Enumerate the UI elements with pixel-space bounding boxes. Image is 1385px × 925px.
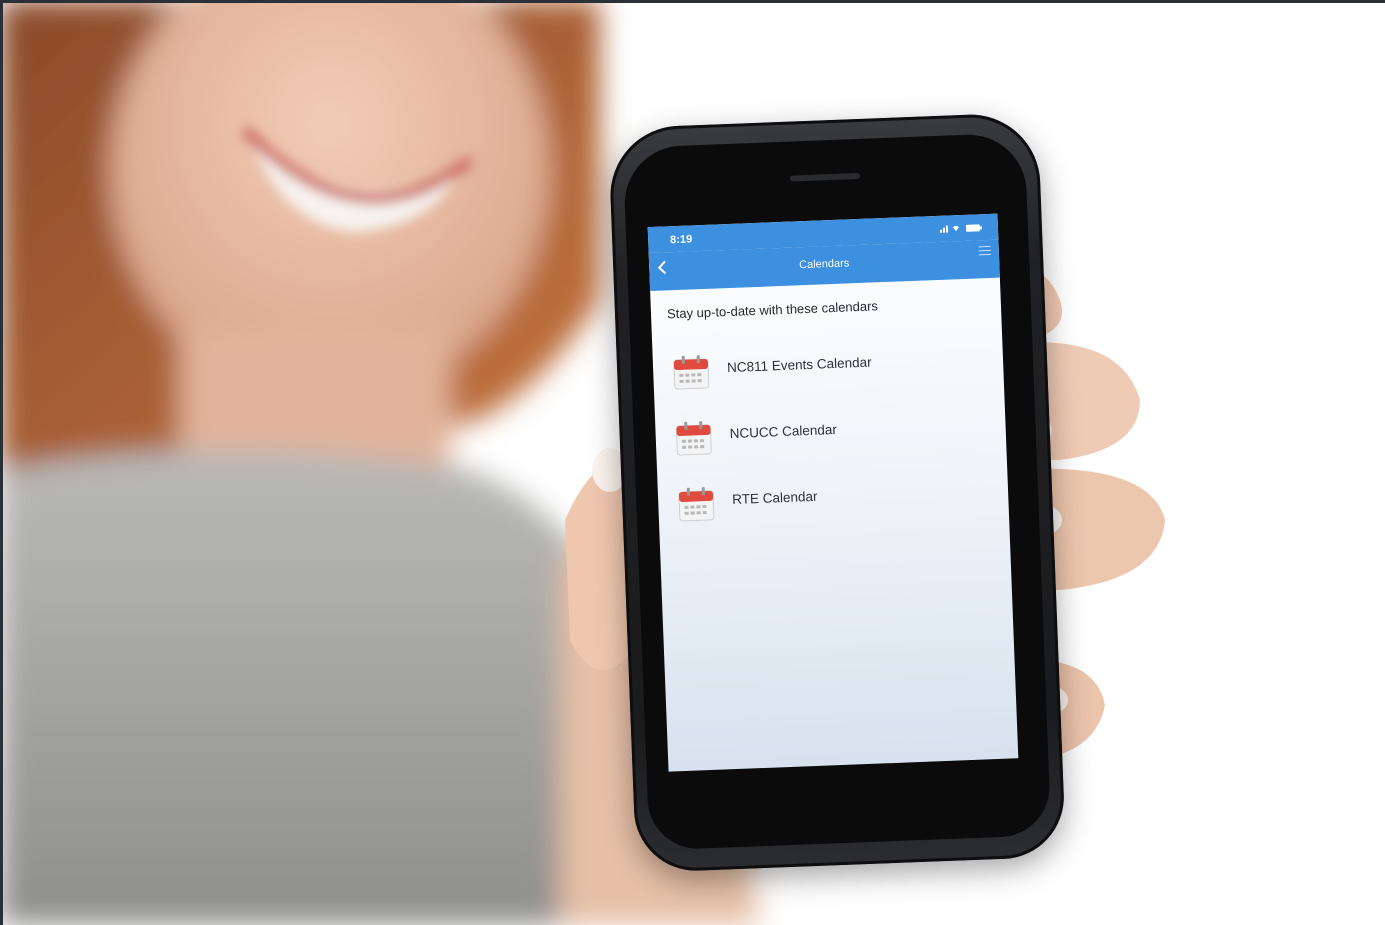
intro-text: Stay up-to-date with these calendars: [666, 298, 879, 322]
calendar-item-label: NC811 Events Calendar: [726, 354, 872, 376]
calendar-item-nc811[interactable]: NC811 Events Calendar: [666, 334, 988, 412]
calendar-icon: [675, 419, 712, 456]
photo-scene: 8:19 Calendars Stay up-to-date with thes…: [0, 0, 1385, 925]
nav-title: Calendars: [798, 257, 850, 272]
hamburger-menu-icon[interactable]: [978, 245, 991, 256]
calendar-item-label: NCUCC Calendar: [729, 421, 838, 442]
calendar-item-rte[interactable]: RTE Calendar: [671, 466, 993, 544]
signal-wifi-battery-icon: [939, 222, 984, 237]
left-border: [0, 0, 3, 925]
calendar-icon: [673, 353, 710, 390]
calendar-item-label: RTE Calendar: [731, 488, 818, 508]
calendar-icon: [678, 485, 715, 522]
top-border: [0, 0, 1385, 3]
phone-screen: 8:19 Calendars Stay up-to-date with thes…: [647, 213, 1019, 772]
calendar-list: NC811 Events Calendar NCUCC Calendar RTE…: [666, 334, 993, 544]
calendar-item-ncucc[interactable]: NCUCC Calendar: [669, 400, 991, 478]
status-time: 8:19: [669, 233, 693, 247]
smartphone: 8:19 Calendars Stay up-to-date with thes…: [607, 112, 1067, 873]
